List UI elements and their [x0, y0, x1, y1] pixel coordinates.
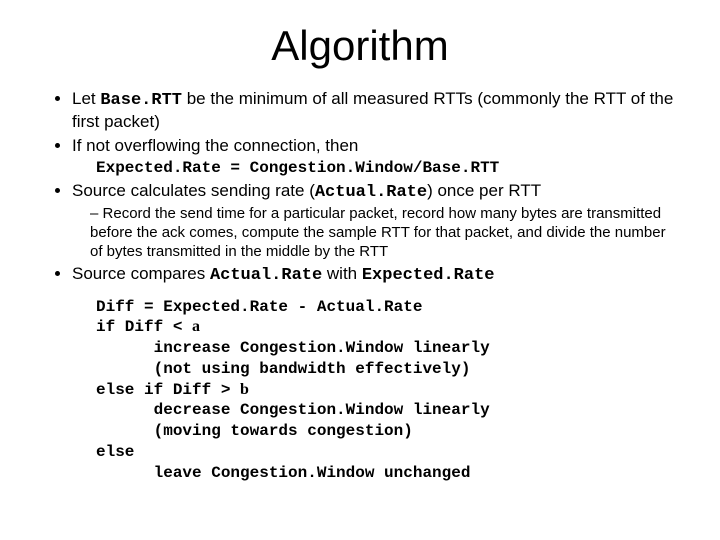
slide: Algorithm Let Base.RTT be the minimum of…	[0, 0, 720, 540]
sub-bullet-1: Record the send time for a particular pa…	[90, 205, 680, 261]
code-line: else if Diff >	[96, 381, 240, 399]
bullet-1: Let Base.RTT be the minimum of all measu…	[72, 88, 680, 133]
mono-text: Actual.Rate	[315, 183, 427, 202]
bullet-3: Source calculates sending rate (Actual.R…	[72, 180, 680, 262]
slide-title: Algorithm	[40, 22, 680, 70]
code-line: (moving towards congestion)	[96, 422, 413, 440]
code-block: Diff = Expected.Rate - Actual.Rate if Di…	[96, 297, 680, 484]
text: Let	[72, 89, 100, 108]
text: Source compares	[72, 264, 210, 283]
bullet-2: If not overflowing the connection, then	[72, 135, 680, 156]
code-line: (not using bandwidth effectively)	[96, 360, 470, 378]
code-line: else	[96, 443, 134, 461]
code-line: Diff = Expected.Rate - Actual.Rate	[96, 298, 422, 316]
code-line: decrease Congestion.Window linearly	[96, 401, 490, 419]
text: Source calculates sending rate (	[72, 181, 315, 200]
code-line: if Diff <	[96, 318, 192, 336]
mono-text: Base.RTT	[100, 91, 182, 110]
text: with	[322, 264, 362, 283]
beta-symbol: b	[240, 381, 249, 398]
bullet-list: Let Base.RTT be the minimum of all measu…	[48, 88, 680, 156]
code-line: leave Congestion.Window unchanged	[96, 464, 470, 482]
text: ) once per RTT	[427, 181, 541, 200]
mono-text: Actual.Rate	[210, 266, 322, 285]
bullet-list-2: Source calculates sending rate (Actual.R…	[48, 180, 680, 287]
alpha-symbol: a	[192, 318, 200, 335]
mono-text: Expected.Rate	[362, 266, 495, 285]
sub-list: Record the send time for a particular pa…	[90, 205, 680, 261]
code-line: increase Congestion.Window linearly	[96, 339, 490, 357]
bullet-4: Source compares Actual.Rate with Expecte…	[72, 263, 680, 286]
formula-line: Expected.Rate = Congestion.Window/Base.R…	[96, 159, 680, 177]
